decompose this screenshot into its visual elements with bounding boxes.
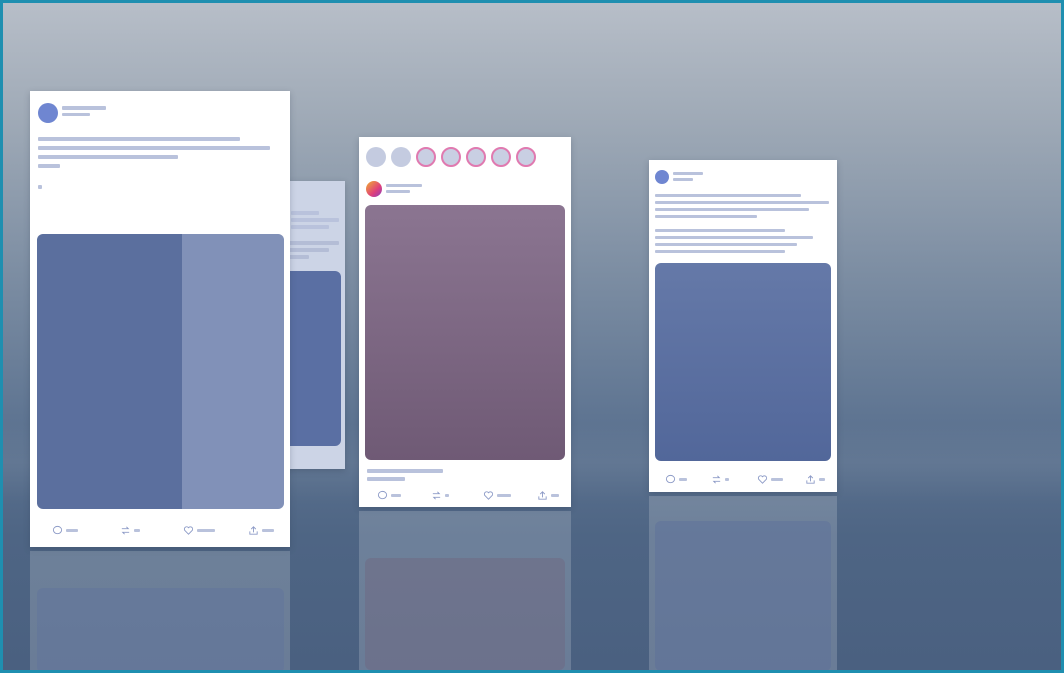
story-avatar[interactable] — [441, 147, 461, 167]
post-image — [655, 263, 831, 461]
share-button[interactable] — [537, 489, 559, 501]
stories-feed-reflection-image — [365, 558, 565, 670]
like-button[interactable] — [483, 489, 511, 501]
comment-button[interactable] — [52, 524, 78, 536]
repost-button[interactable] — [120, 524, 140, 536]
comment-button[interactable] — [665, 473, 687, 485]
story-avatar[interactable] — [516, 147, 536, 167]
avatar — [38, 103, 58, 123]
text-post-card — [30, 91, 290, 547]
story-avatar[interactable] — [416, 147, 436, 167]
story-avatar[interactable] — [366, 147, 386, 167]
profile-avatar — [366, 181, 382, 197]
stories-feed-card — [359, 137, 571, 507]
overlap-panel — [182, 234, 284, 509]
share-icon — [806, 474, 815, 484]
avatar — [655, 170, 669, 184]
repost-button[interactable] — [431, 489, 449, 501]
share-icon — [249, 525, 258, 535]
text-image-post-card — [649, 160, 837, 492]
comment-icon — [665, 474, 676, 483]
like-icon — [483, 490, 494, 500]
repost-button[interactable] — [711, 473, 729, 485]
comment-button[interactable] — [377, 489, 401, 501]
like-icon — [183, 525, 194, 535]
like-button[interactable] — [183, 524, 215, 536]
like-button[interactable] — [757, 473, 783, 485]
share-button[interactable] — [248, 524, 274, 536]
story-avatar[interactable] — [491, 147, 511, 167]
comment-icon — [52, 525, 63, 534]
text-image-post-reflection-image — [655, 521, 831, 670]
story-avatar[interactable] — [466, 147, 486, 167]
presentation-stage — [0, 0, 1064, 673]
text-post-reflection-image — [37, 588, 284, 670]
comment-icon — [377, 490, 388, 499]
story-avatar[interactable] — [391, 147, 411, 167]
repost-icon — [121, 526, 130, 534]
like-icon — [757, 474, 768, 484]
share-icon — [538, 490, 547, 500]
post-image — [365, 205, 565, 460]
repost-icon — [712, 475, 721, 483]
repost-icon — [432, 491, 441, 499]
share-button[interactable] — [805, 473, 825, 485]
